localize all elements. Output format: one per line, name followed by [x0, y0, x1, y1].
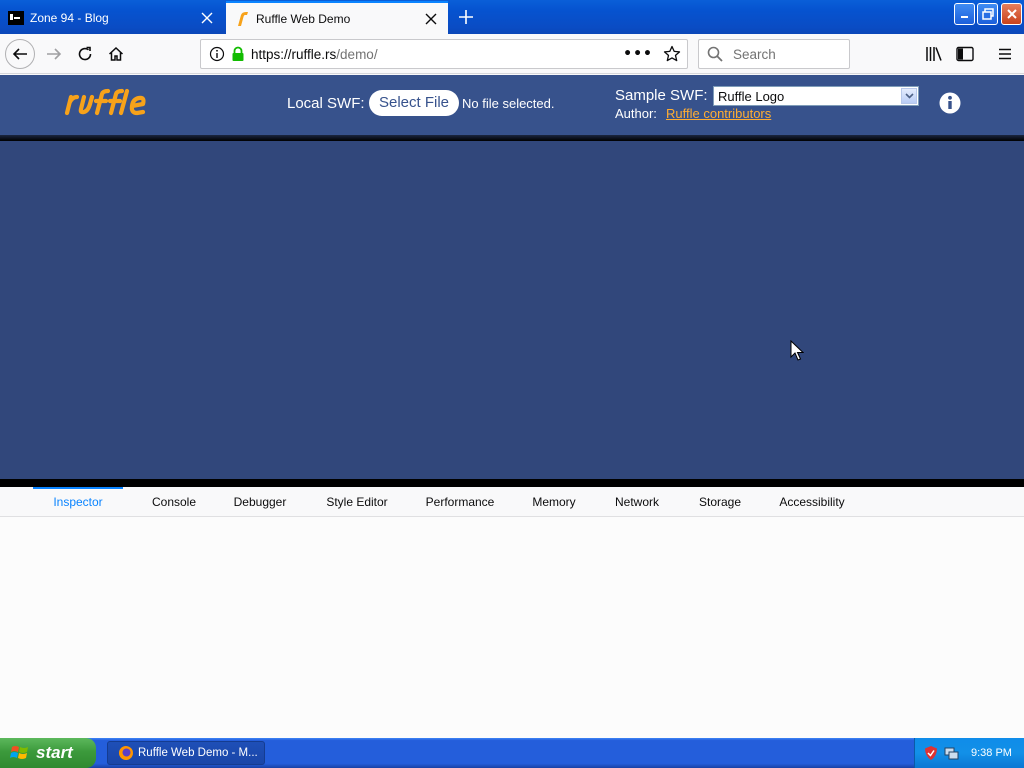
bookmark-star-icon[interactable]: [663, 45, 681, 63]
task-label: Ruffle Web Demo - M...: [138, 747, 258, 759]
devtools-panel: Inspector Console Debugger Style Editor …: [0, 487, 1024, 738]
tab-ruffle-web-demo[interactable]: Ruffle Web Demo: [226, 1, 448, 34]
tab-network[interactable]: Network: [604, 487, 670, 517]
new-tab-button[interactable]: [454, 6, 478, 28]
info-icon[interactable]: [939, 92, 961, 114]
sidebar-icon: [956, 46, 974, 62]
sidebar-button[interactable]: [950, 39, 980, 69]
library-button[interactable]: [919, 39, 949, 69]
security-shield-icon[interactable]: [923, 745, 939, 761]
ruffle-favicon-icon: [234, 11, 250, 27]
tab-memory[interactable]: Memory: [524, 487, 584, 517]
search-bar[interactable]: [698, 39, 850, 69]
sample-swf-label: Sample SWF:: [615, 87, 708, 104]
tab-accessibility[interactable]: Accessibility: [772, 487, 852, 517]
select-file-button[interactable]: Select File: [369, 90, 460, 116]
system-tray: 9:38 PM: [914, 738, 1024, 768]
author-label: Author:: [615, 106, 657, 121]
home-button[interactable]: [101, 39, 131, 69]
minimize-button[interactable]: [954, 3, 975, 25]
ruffle-header: Local SWF: Select File No file selected.…: [0, 75, 1024, 141]
home-icon: [108, 46, 124, 61]
sample-swf-value: Ruffle Logo: [718, 88, 785, 104]
taskbar-item-firefox[interactable]: Ruffle Web Demo - M...: [107, 741, 265, 765]
tab-title: Ruffle Web Demo: [256, 11, 351, 26]
swf-player-stage[interactable]: [0, 141, 1024, 479]
zone94-favicon-icon: [8, 10, 24, 26]
tab-style-editor[interactable]: Style Editor: [314, 487, 400, 517]
navigation-toolbar: https://ruffle.rs/demo/ •••: [0, 34, 1024, 74]
stage-border: [0, 479, 1024, 487]
chevron-down-icon[interactable]: [901, 88, 917, 104]
devtools-content[interactable]: [0, 517, 1024, 738]
reload-icon: [78, 46, 92, 61]
forward-button[interactable]: [39, 39, 69, 69]
page-actions-icon[interactable]: •••: [623, 46, 653, 62]
firefox-icon: [119, 746, 133, 760]
close-tab-icon[interactable]: [422, 10, 440, 28]
url-host: https://ruffle.rs: [251, 46, 337, 62]
tab-zone94-blog[interactable]: Zone 94 - Blog: [0, 1, 224, 34]
close-tab-icon[interactable]: [198, 9, 216, 27]
address-bar[interactable]: https://ruffle.rs/demo/ •••: [200, 39, 688, 69]
title-bar: Zone 94 - Blog Ruffle Web Demo: [0, 0, 1024, 34]
local-swf-label: Local SWF:: [287, 95, 365, 112]
ruffle-logo: [64, 88, 146, 116]
back-arrow-icon: [12, 48, 27, 60]
site-info-icon[interactable]: [209, 46, 225, 62]
tab-storage[interactable]: Storage: [690, 487, 750, 517]
network-icon[interactable]: [943, 745, 959, 761]
url-text[interactable]: https://ruffle.rs/demo/: [251, 47, 623, 62]
url-path: /demo/: [336, 46, 378, 62]
search-icon: [707, 46, 723, 62]
author-link[interactable]: Ruffle contributors: [666, 106, 771, 121]
mouse-pointer-icon: [790, 340, 804, 361]
hamburger-menu-icon: [999, 48, 1011, 60]
windows-flag-icon: [10, 746, 28, 759]
tab-console[interactable]: Console: [141, 487, 207, 517]
close-window-button[interactable]: [1001, 3, 1022, 25]
windows-taskbar: start Ruffle Web Demo - M... 9:38 PM: [0, 738, 1024, 768]
search-input[interactable]: [731, 45, 841, 63]
tab-title: Zone 94 - Blog: [30, 10, 109, 25]
start-button[interactable]: start: [0, 738, 96, 768]
no-file-selected-text: No file selected.: [462, 96, 555, 111]
start-label: start: [36, 743, 73, 762]
reload-button[interactable]: [70, 39, 100, 69]
library-icon: [926, 47, 942, 61]
secure-lock-icon[interactable]: [231, 46, 245, 62]
menu-button[interactable]: [990, 39, 1020, 69]
back-button[interactable]: [5, 39, 35, 69]
devtools-tab-bar: Inspector Console Debugger Style Editor …: [0, 487, 1024, 517]
tab-debugger[interactable]: Debugger: [222, 487, 298, 517]
tab-performance[interactable]: Performance: [416, 487, 504, 517]
tab-inspector[interactable]: Inspector: [33, 487, 123, 517]
clock: 9:38 PM: [971, 747, 1012, 759]
sample-swf-select[interactable]: Ruffle Logo: [713, 86, 919, 106]
forward-arrow-icon: [47, 48, 62, 60]
restore-button[interactable]: [977, 3, 998, 25]
